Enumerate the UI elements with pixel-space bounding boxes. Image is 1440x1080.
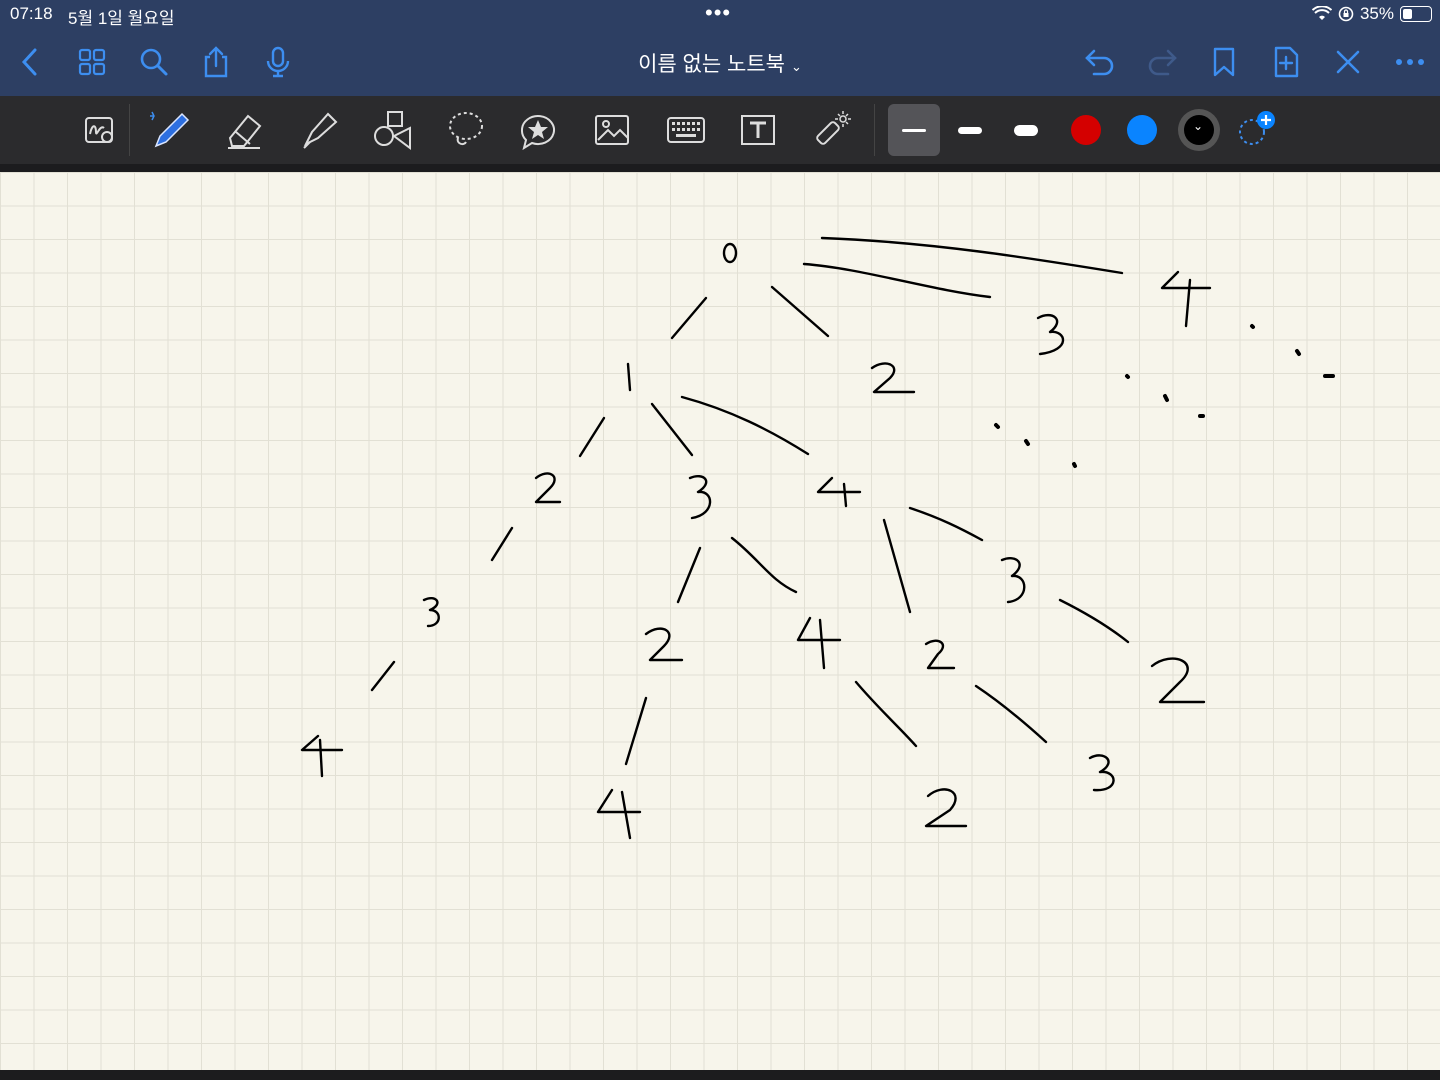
status-bar: 07:18 5월 1일 월요일 ••• 35% [0,0,1440,30]
status-time: 07:18 [10,4,53,23]
highlighter-tool[interactable] [298,108,342,152]
ink-digit-3 [1036,313,1065,356]
highlighter-icon [303,112,338,149]
ink-digit-2 [924,639,956,670]
tool-toolbar: ⌄ [0,96,1440,172]
bookmark-icon [1213,47,1235,77]
multitasking-dots-icon[interactable]: ••• [705,0,731,26]
orientation-lock-icon [1338,6,1354,22]
image-tool[interactable] [590,108,634,152]
nav-bar: 이름 없는 노트북 ⌄ [0,30,1440,96]
ink-digit-4 [816,476,862,508]
notebook-page[interactable] [0,172,1440,1070]
status-date: 5월 1일 월요일 [68,9,175,28]
stroke-medium-option[interactable] [948,108,992,152]
chevron-down-icon: ⌄ [791,59,802,74]
stroke-thin-option[interactable] [888,104,940,156]
stroke-thick-option[interactable] [1004,108,1048,152]
status-right: 35% [1311,4,1432,24]
laser-pointer-tool[interactable] [810,108,854,152]
ellipsis-icon [1396,59,1424,65]
pencil-slash-icon [1336,50,1360,74]
lasso-icon [449,112,483,146]
undo-button[interactable] [1082,44,1118,80]
ink-digit-4 [300,734,344,778]
color-swatch-red[interactable] [1071,115,1101,145]
close-pen-button[interactable] [1330,44,1366,80]
ink-digit-4 [1160,270,1212,328]
shapes-icon [374,111,411,150]
ink-digit-1 [626,362,632,392]
sticker-star-icon [521,115,555,151]
image-icon [595,115,629,145]
ink-digit-2 [644,627,684,662]
text-tool[interactable] [736,108,780,152]
ink-digit-4 [796,616,842,670]
add-page-icon [1274,46,1299,78]
ink-digit-2 [870,362,916,394]
keyboard-tool[interactable] [664,108,708,152]
ink-digit-2 [1150,657,1206,704]
ink-digit-3 [1000,557,1026,604]
bookmark-button[interactable] [1206,44,1242,80]
toolbar-shadow [0,164,1440,172]
ink-digit-0 [722,242,738,264]
add-color-icon [1239,111,1275,145]
toolbar-divider [874,104,875,156]
stroke-thick-icon [1014,124,1038,136]
ink-digit-2 [924,788,968,828]
stroke-thin-icon [902,128,926,132]
ink-digit-3 [422,596,440,628]
add-color-button[interactable] [1234,108,1278,152]
notebook-title-text: 이름 없는 노트북 [638,53,785,76]
color-swatch-blue[interactable] [1127,115,1157,145]
elements-tool[interactable] [516,108,560,152]
zoom-window-tool[interactable] [78,108,122,152]
shape-tool[interactable] [370,108,414,152]
more-button[interactable] [1392,44,1428,80]
battery-icon [1400,6,1432,22]
redo-icon [1148,49,1177,76]
wifi-icon [1311,6,1332,20]
pen-icon [150,111,190,148]
toolbar-divider [129,104,130,156]
ink-digit-3 [1088,754,1115,792]
stroke-medium-icon [958,126,982,134]
eraser-tool[interactable] [222,108,266,152]
handwritten-tree-drawing [300,236,1335,840]
zoom-window-icon [85,117,113,143]
keyboard-icon [667,117,705,143]
bottom-bar [0,1070,1440,1080]
laser-pointer-icon [816,111,851,145]
eraser-icon [228,114,262,149]
text-box-icon [741,115,775,145]
color-swatch-black-selected[interactable]: ⌄ [1178,109,1220,151]
ink-digit-3 [688,475,712,520]
ink-digit-4 [596,788,642,840]
ink-digit-2 [534,472,562,504]
add-page-button[interactable] [1268,44,1304,80]
chevron-down-icon: ⌄ [1193,119,1204,133]
undo-icon [1085,49,1114,76]
pen-tool[interactable] [148,108,192,152]
battery-percent: 35% [1359,4,1394,23]
lasso-tool[interactable] [444,108,488,152]
redo-button[interactable] [1144,44,1180,80]
